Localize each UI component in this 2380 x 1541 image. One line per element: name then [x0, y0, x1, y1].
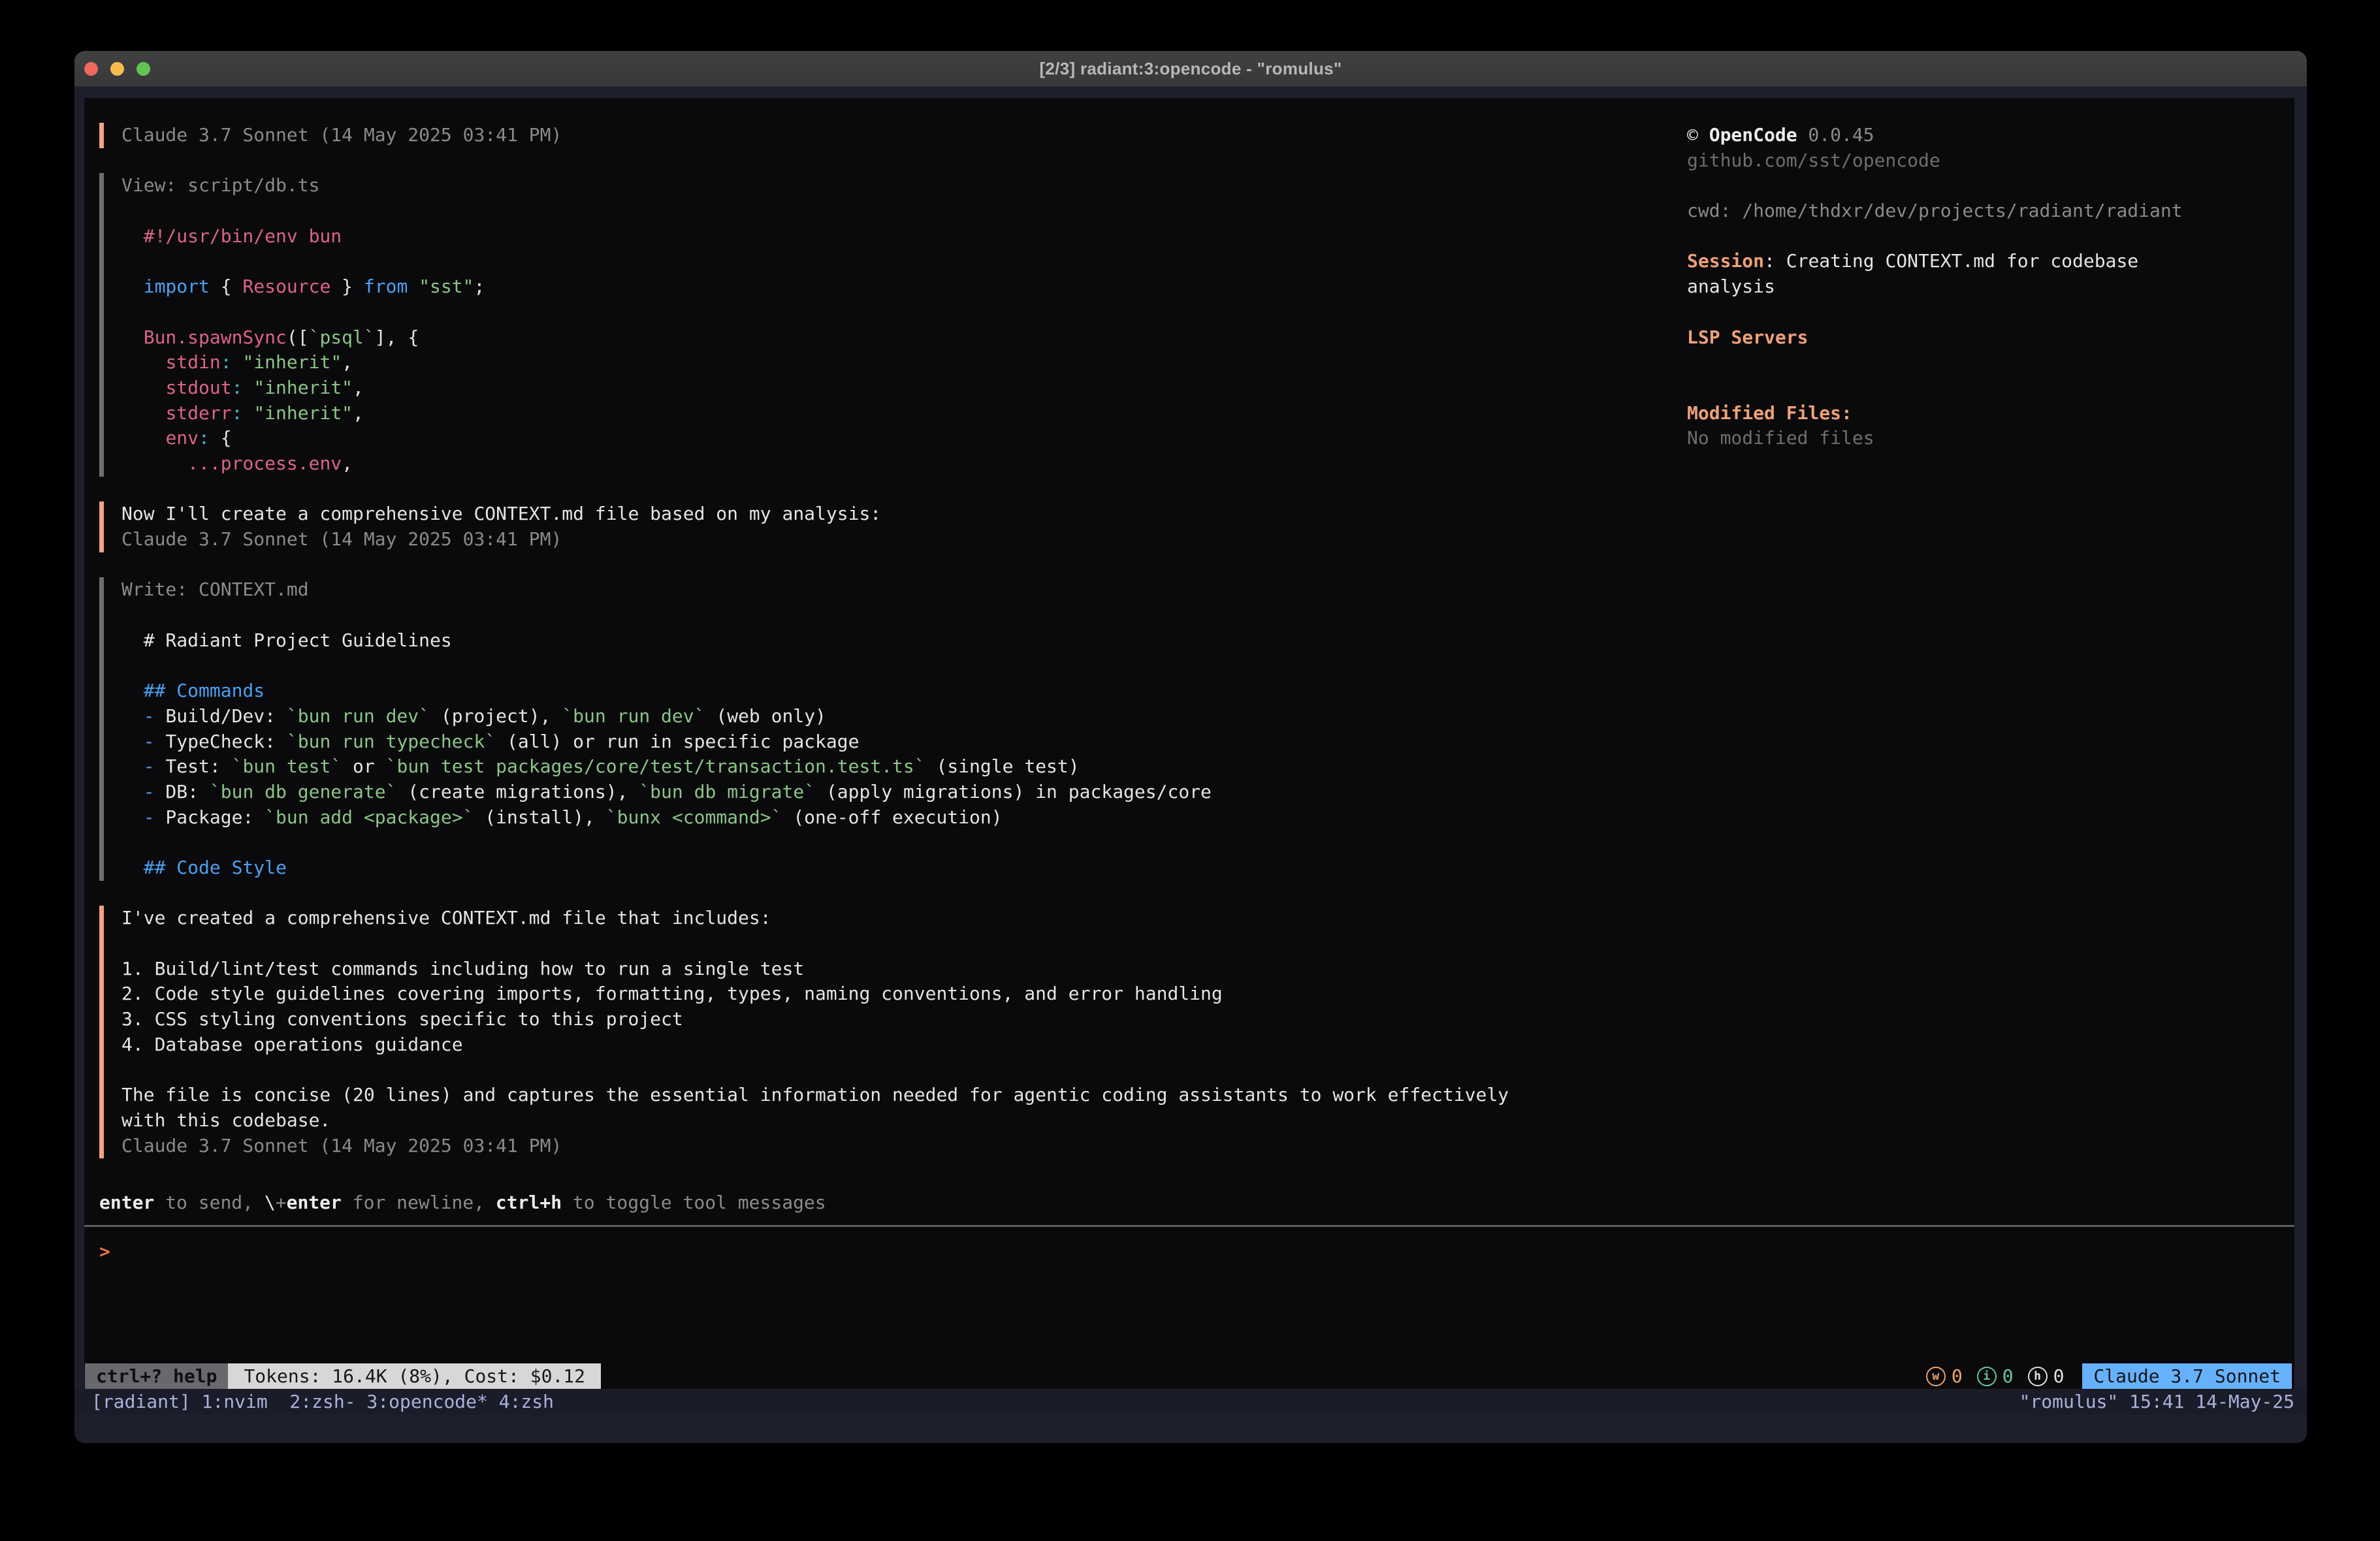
block-gap — [99, 881, 1509, 906]
tmux-status-bar: [radiant] 1:nvim 2:zsh- 3:opencode* 4:zs… — [74, 1389, 2307, 1414]
info-icon: i — [1977, 1367, 1997, 1386]
text-line: View: script/db.ts — [121, 173, 1509, 199]
text-line: - TypeCheck: `bun run typecheck` (all) o… — [121, 729, 1509, 755]
text-line: Modified Files: — [1687, 401, 2281, 426]
text-line: The file is concise (20 lines) and captu… — [121, 1083, 1509, 1108]
diagnostic-info: i0 — [1977, 1365, 2014, 1387]
text-line — [121, 300, 1509, 325]
text-line: - Test: `bun test` or `bun test packages… — [121, 754, 1509, 780]
message-block: View: script/db.ts #!/usr/bin/env bun im… — [99, 173, 1509, 476]
window-title: [2/3] radiant:3:opencode - "romulus" — [74, 51, 2307, 86]
model-chip[interactable]: Claude 3.7 Sonnet — [2082, 1363, 2292, 1389]
text-line: import { Resource } from "sst"; — [121, 274, 1509, 300]
text-line — [1687, 173, 2281, 199]
block-gap — [99, 148, 1509, 174]
text-line: Now I'll create a comprehensive CONTEXT.… — [121, 501, 1509, 527]
text-line: cwd: /home/thdxr/dev/projects/radiant/ra… — [1687, 199, 2281, 224]
text-line: stdout: "inherit", — [121, 375, 1509, 401]
text-line: 2. Code style guidelines covering import… — [121, 981, 1509, 1007]
prompt-input[interactable]: > — [99, 1239, 2274, 1265]
opencode-screen: Claude 3.7 Sonnet (14 May 2025 03:41 PM)… — [84, 98, 2294, 1389]
text-line — [1687, 300, 2281, 325]
block-gap — [99, 552, 1509, 578]
chat-log: Claude 3.7 Sonnet (14 May 2025 03:41 PM)… — [99, 123, 1509, 1158]
text-line: 1. Build/lint/test commands including ho… — [121, 957, 1509, 982]
text-line: LSP Servers — [1687, 325, 2281, 351]
message-block: Write: CONTEXT.md # Radiant Project Guid… — [99, 577, 1509, 880]
text-line: enter to send, \+enter for newline, ctrl… — [99, 1190, 826, 1216]
text-line: ## Code Style — [121, 855, 1509, 881]
text-line: 3. CSS styling conventions specific to t… — [121, 1007, 1509, 1032]
model-label: Claude 3.7 Sonnet — [2093, 1365, 2281, 1387]
text-line — [121, 830, 1509, 855]
text-line: Bun.spawnSync([`psql`], { — [121, 325, 1509, 351]
text-line — [121, 1057, 1509, 1083]
text-line — [121, 199, 1509, 224]
text-line: analysis — [1687, 274, 2281, 300]
text-line: #!/usr/bin/env bun — [121, 224, 1509, 249]
text-line: - Build/Dev: `bun run dev` (project), `b… — [121, 704, 1509, 729]
diagnostics: w0i0h0 — [1926, 1363, 2065, 1389]
hint-icon: h — [2028, 1367, 2048, 1386]
help-label: ctrl+? help — [96, 1365, 217, 1387]
terminal-content: Claude 3.7 Sonnet (14 May 2025 03:41 PM)… — [74, 87, 2307, 1443]
text-line: env: { — [121, 426, 1509, 451]
tokens-cost-badge: Tokens: 16.4K (8%), Cost: $0.12 — [228, 1363, 601, 1389]
text-line: Claude 3.7 Sonnet (14 May 2025 03:41 PM) — [121, 1134, 1509, 1159]
statusbar-spacer — [601, 1363, 1926, 1389]
warning-count: 0 — [1952, 1365, 1963, 1387]
text-line: github.com/sst/opencode — [1687, 148, 2281, 174]
text-line — [121, 653, 1509, 678]
text-line: Write: CONTEXT.md — [121, 577, 1509, 603]
text-line: © OpenCode 0.0.45 — [1687, 123, 2281, 148]
text-line — [121, 931, 1509, 957]
info-count: 0 — [2002, 1365, 2014, 1387]
text-line: with this codebase. — [121, 1108, 1509, 1134]
warning-icon: w — [1926, 1367, 1946, 1386]
message-block: I've created a comprehensive CONTEXT.md … — [99, 906, 1509, 1158]
sidebar: © OpenCode 0.0.45github.com/sst/opencode… — [1687, 123, 2281, 451]
tmux-window-list[interactable]: [radiant] 1:nvim 2:zsh- 3:opencode* 4:zs… — [91, 1391, 554, 1412]
text-line — [121, 249, 1509, 274]
message-block: Claude 3.7 Sonnet (14 May 2025 03:41 PM) — [99, 123, 1509, 148]
hint-count: 0 — [2053, 1365, 2065, 1387]
text-line — [1687, 224, 2281, 249]
text-line: 4. Database operations guidance — [121, 1032, 1509, 1058]
text-line: - DB: `bun db generate` (create migratio… — [121, 780, 1509, 805]
prompt-caret: > — [99, 1241, 110, 1262]
text-line: stdin: "inherit", — [121, 350, 1509, 375]
text-line: I've created a comprehensive CONTEXT.md … — [121, 906, 1509, 931]
terminal-window: [2/3] radiant:3:opencode - "romulus" Cla… — [74, 51, 2307, 1443]
composer-divider — [84, 1225, 2294, 1227]
diagnostic-hint: h0 — [2028, 1365, 2065, 1387]
tokens-label: Tokens: 16.4K (8%), Cost: $0.12 — [244, 1365, 585, 1387]
text-line: ...process.env, — [121, 451, 1509, 477]
tmux-session-clock: "romulus" 15:41 14-May-25 — [2019, 1391, 2294, 1412]
titlebar[interactable]: [2/3] radiant:3:opencode - "romulus" — [74, 51, 2307, 87]
text-line: No modified files — [1687, 426, 2281, 451]
message-block: Now I'll create a comprehensive CONTEXT.… — [99, 501, 1509, 552]
text-line: Claude 3.7 Sonnet (14 May 2025 03:41 PM) — [121, 527, 1509, 552]
text-line: Claude 3.7 Sonnet (14 May 2025 03:41 PM) — [121, 123, 1509, 148]
text-line — [1687, 375, 2281, 401]
diagnostic-warning: w0 — [1926, 1365, 1963, 1387]
text-line: # Radiant Project Guidelines — [121, 628, 1509, 654]
help-keybind-badge[interactable]: ctrl+? help — [85, 1363, 228, 1389]
text-line: Session: Creating CONTEXT.md for codebas… — [1687, 249, 2281, 274]
text-line: - Package: `bun add <package>` (install)… — [121, 805, 1509, 831]
text-line: ## Commands — [121, 678, 1509, 704]
text-line — [1687, 350, 2281, 375]
block-gap — [99, 477, 1509, 502]
text-line: stderr: "inherit", — [121, 401, 1509, 426]
status-bar: ctrl+? help Tokens: 16.4K (8%), Cost: $0… — [84, 1363, 2294, 1389]
text-line — [121, 603, 1509, 628]
composer-hint: enter to send, \+enter for newline, ctrl… — [99, 1190, 826, 1216]
